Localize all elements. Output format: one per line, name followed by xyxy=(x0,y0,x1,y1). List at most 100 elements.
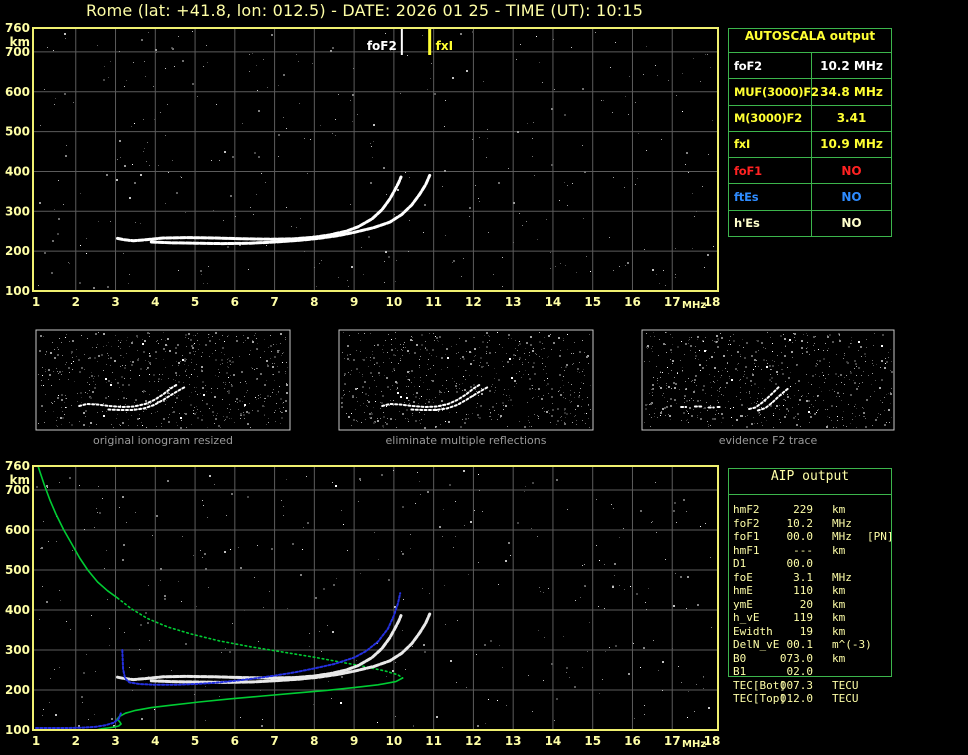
parameter-value: NO xyxy=(812,211,891,236)
x-tick-label: 1 xyxy=(32,734,40,748)
thumbnail-border xyxy=(642,330,894,430)
parameter-label: h'Es xyxy=(729,211,812,236)
aip-row-ewidth: Ewidth19km xyxy=(733,625,903,639)
thumbnail-border xyxy=(36,330,290,430)
thumbnail-caption-f2trace: evidence F2 trace xyxy=(648,434,888,447)
x-tick-label: 5 xyxy=(191,734,199,748)
aip-parameter-name: ymE xyxy=(733,598,753,612)
x-axis-unit: MHz xyxy=(682,739,706,750)
x-tick-label: 11 xyxy=(425,734,442,748)
aip-parameter-value: 229 xyxy=(773,503,813,517)
parameter-value: 34.8 MHz xyxy=(812,79,891,104)
thumbnail-panel-1 xyxy=(339,330,593,430)
y-tick-label: 760 xyxy=(5,459,30,473)
aip-parameter-value: 00.0 xyxy=(773,557,813,571)
aip-parameter-unit: km xyxy=(832,544,845,558)
x-tick-label: 8 xyxy=(310,295,318,309)
x-tick-label: 16 xyxy=(624,734,641,748)
aip-parameter-unit: MHz xyxy=(832,530,852,544)
parameter-label: MUF(3000)F2 xyxy=(729,79,812,104)
parameter-value: 10.9 MHz xyxy=(812,132,891,157)
y-tick-label: 100 xyxy=(5,284,30,298)
x-tick-label: 10 xyxy=(386,295,403,309)
thumbnail-caption-cleaned: eliminate multiple reflections xyxy=(346,434,586,447)
aip-parameter-value: 00.0 xyxy=(773,530,813,544)
page-title: Rome (lat: +41.8, lon: 012.5) - DATE: 20… xyxy=(86,1,643,20)
x-tick-label: 17 xyxy=(664,295,681,309)
x-tick-label: 9 xyxy=(350,295,358,309)
y-tick-label: 700 xyxy=(5,483,30,497)
parameter-label: ftEs xyxy=(729,184,812,209)
aip-row-hmf2: hmF2229km xyxy=(733,503,903,517)
marker-label-fxI: fxI xyxy=(436,39,453,53)
x-tick-label: 14 xyxy=(545,295,562,309)
aip-parameter-value: 007.3 xyxy=(773,679,813,693)
x-tick-label: 7 xyxy=(270,295,278,309)
thumbnail-caption-original: original ionogram resized xyxy=(43,434,283,447)
x-tick-label: 15 xyxy=(584,734,601,748)
aip-parameter-value: 119 xyxy=(773,611,813,625)
aip-row-fof1: foF100.0MHz[PN] xyxy=(733,530,903,544)
y-tick-label: 200 xyxy=(5,244,30,258)
autoscala-table-rows: foF210.2 MHzMUF(3000)F234.8 MHzM(3000)F2… xyxy=(729,53,891,236)
x-tick-label: 6 xyxy=(231,734,239,748)
x-tick-label: 16 xyxy=(624,295,641,309)
aip-parameter-name: Ewidth xyxy=(733,625,773,639)
thumbnail-panel-2 xyxy=(642,330,894,430)
y-tick-label: 600 xyxy=(5,85,30,99)
x-tick-label: 12 xyxy=(465,295,482,309)
parameter-value: NO xyxy=(812,158,891,183)
x-trace xyxy=(151,614,429,682)
x-tick-label: 4 xyxy=(151,734,159,748)
aip-parameter-unit: km xyxy=(832,584,845,598)
aip-parameter-unit: km xyxy=(832,611,845,625)
x-tick-label: 9 xyxy=(350,734,358,748)
aip-parameter-unit: TECU xyxy=(832,679,859,693)
parameter-value: 10.2 MHz xyxy=(812,53,891,78)
aip-parameter-value: 10.2 xyxy=(773,517,813,531)
aip-parameter-name: hmF1 xyxy=(733,544,760,558)
aip-row-d1: D1 00.0 xyxy=(733,557,903,571)
x-tick-label: 4 xyxy=(151,295,159,309)
aip-row-tectop: TEC[Top]012.0TECU xyxy=(733,692,903,706)
parameter-label: foF2 xyxy=(729,53,812,78)
aip-row-hve: h_vE119km xyxy=(733,611,903,625)
aip-parameter-name: hmE xyxy=(733,584,753,598)
y-tick-label: 200 xyxy=(5,683,30,697)
top-ionogram-plot: 760km70060050040030020010012345678910111… xyxy=(5,21,720,311)
autoscala-row-ftes: ftEsNO xyxy=(729,184,891,210)
x-tick-label: 13 xyxy=(505,734,522,748)
y-tick-label: 700 xyxy=(5,45,30,59)
aip-parameter-flag: [PN] xyxy=(867,530,894,544)
aip-parameter-name: B1 xyxy=(733,665,746,679)
aip-parameter-value: 073.0 xyxy=(773,652,813,666)
x-tick-label: 17 xyxy=(664,734,681,748)
x-tick-label: 14 xyxy=(545,734,562,748)
x-tick-label: 7 xyxy=(270,734,278,748)
aip-parameter-name: D1 xyxy=(733,557,746,571)
aip-row-hme: hmE110km xyxy=(733,584,903,598)
x-tick-label: 3 xyxy=(111,734,119,748)
y-tick-label: 500 xyxy=(5,125,30,139)
aip-parameter-unit: TECU xyxy=(832,692,859,706)
aip-parameter-value: --- xyxy=(773,544,813,558)
aip-row-fof2: foF210.2MHz xyxy=(733,517,903,531)
aip-parameter-name: foF2 xyxy=(733,517,760,531)
x-tick-label: 8 xyxy=(310,734,318,748)
aip-row-delnve: DelN_vE00.1m^(-3) xyxy=(733,638,903,652)
autoscala-row-fof2: foF210.2 MHz xyxy=(729,53,891,79)
autoscala-row-fof1: foF1NO xyxy=(729,158,891,184)
y-tick-label: 300 xyxy=(5,643,30,657)
aip-parameter-name: B0 xyxy=(733,652,746,666)
y-tick-label: 400 xyxy=(5,164,30,178)
autoscala-row-m3000f2: M(3000)F23.41 xyxy=(729,106,891,132)
parameter-value: NO xyxy=(812,184,891,209)
aip-row-foe: foE3.1MHz xyxy=(733,571,903,585)
aip-parameter-unit: km xyxy=(832,652,845,666)
aip-parameter-value: 3.1 xyxy=(773,571,813,585)
x-tick-label: 15 xyxy=(584,295,601,309)
aip-parameter-value: 00.1 xyxy=(773,638,813,652)
x-tick-label: 5 xyxy=(191,295,199,309)
thumbnail-panel-0 xyxy=(36,330,290,430)
marker-label-foF2: foF2 xyxy=(367,39,397,53)
